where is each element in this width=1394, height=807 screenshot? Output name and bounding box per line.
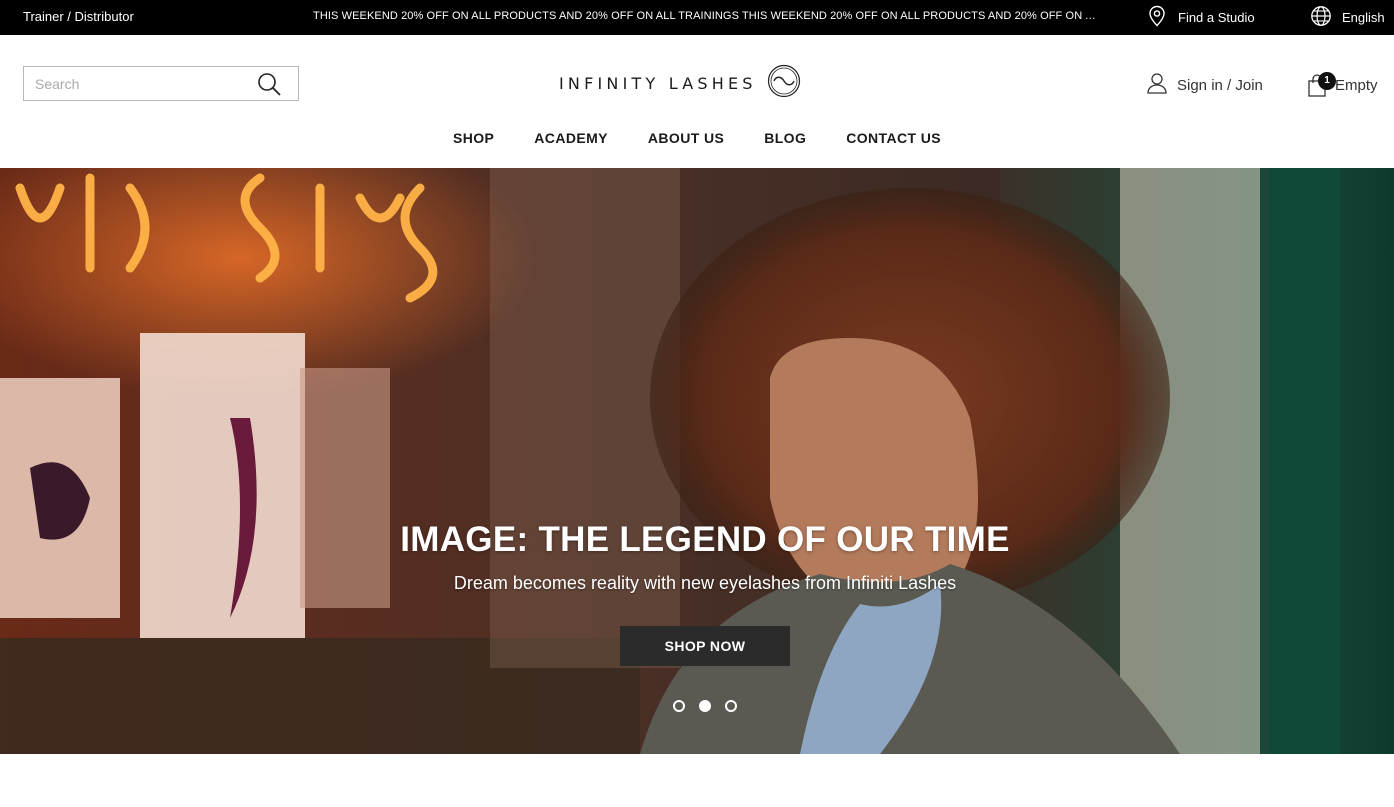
infinity-icon	[757, 64, 801, 103]
hero-slider: IMAGE: THE LEGEND OF OUR TIME Dream beco…	[0, 168, 1394, 754]
find-studio-link[interactable]: Find a Studio	[1148, 4, 1255, 30]
search-input[interactable]	[35, 73, 255, 95]
sign-in-label: Sign in / Join	[1177, 76, 1263, 94]
slider-pagination	[673, 700, 737, 712]
map-pin-icon	[1148, 5, 1178, 30]
slider-dot-3[interactable]	[725, 700, 737, 712]
nav-item-academy[interactable]: ACADEMY	[534, 130, 608, 146]
hero-title: IMAGE: THE LEGEND OF OUR TIME	[400, 520, 1010, 559]
cart-label: Empty	[1335, 76, 1378, 94]
search-icon[interactable]	[256, 71, 282, 97]
trainer-distributor-link[interactable]: Trainer / Distributor	[23, 9, 134, 24]
find-studio-label: Find a Studio	[1178, 9, 1255, 25]
shop-now-button[interactable]: SHOP NOW	[620, 626, 790, 666]
promo-banner: THIS WEEKEND 20% OFF ON ALL PRODUCTS AND…	[313, 10, 1103, 22]
nav-item-shop[interactable]: SHOP	[453, 130, 494, 146]
language-selector[interactable]: English	[1310, 4, 1385, 30]
main-navigation: SHOP ACADEMY ABOUT US BLOG CONTACT US	[0, 130, 1394, 148]
site-logo[interactable]: INFINITY LASHES	[559, 64, 801, 103]
search-box	[23, 66, 299, 101]
nav-item-contact-us[interactable]: CONTACT US	[846, 130, 941, 146]
globe-icon	[1310, 5, 1342, 30]
sign-in-link[interactable]: Sign in / Join	[1147, 73, 1263, 97]
top-bar: Trainer / Distributor THIS WEEKEND 20% O…	[0, 0, 1394, 35]
slider-dot-1[interactable]	[673, 700, 685, 712]
language-label: English	[1342, 9, 1385, 25]
logo-text: INFINITY LASHES	[559, 73, 757, 93]
cart-button[interactable]: 1 Empty	[1307, 71, 1378, 99]
cart-count-badge: 1	[1318, 72, 1336, 90]
nav-item-blog[interactable]: BLOG	[764, 130, 806, 146]
hero-subtitle: Dream becomes reality with new eyelashes…	[453, 573, 957, 593]
hero-background-image	[0, 168, 1394, 754]
nav-item-about-us[interactable]: ABOUT US	[648, 130, 724, 146]
user-icon	[1147, 72, 1177, 98]
slider-dot-2[interactable]	[699, 700, 711, 712]
